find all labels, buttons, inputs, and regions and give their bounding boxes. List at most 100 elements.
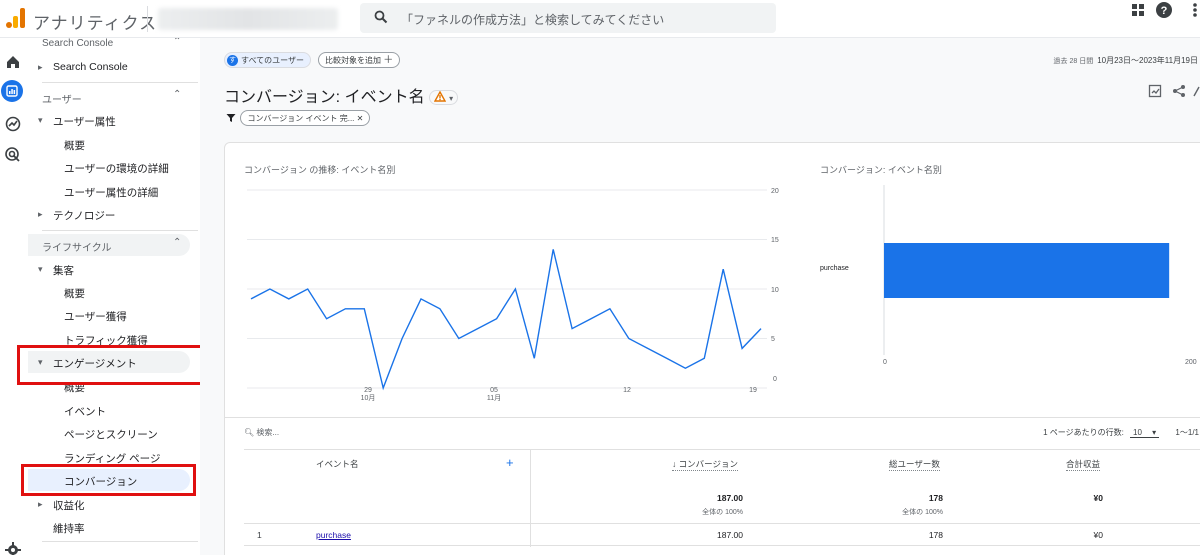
- advertising-icon[interactable]: [4, 146, 22, 164]
- col-header-total-users[interactable]: 総ユーザー数: [889, 458, 940, 471]
- pagination-controls: 1 ページあたりの行数: 10 ▾ 1～1/1: [1043, 427, 1199, 438]
- sidebar-item-acquisition[interactable]: 集客: [53, 263, 74, 278]
- date-range-prefix: 過去 28 日間: [1053, 58, 1094, 65]
- divider: [42, 541, 198, 542]
- chevron-down-icon: ▾: [449, 94, 454, 104]
- col-header-revenue[interactable]: 合計収益: [1066, 458, 1101, 471]
- analytics-logo[interactable]: [4, 8, 26, 28]
- date-range-selector[interactable]: 過去 28 日間 10月23日～2023年11月19日: [1054, 55, 1198, 66]
- sidebar-item-ua-env[interactable]: ユーザーの環境の詳細: [64, 161, 169, 176]
- caret-down-icon: ▾: [38, 115, 43, 125]
- sidebar-item-search-console[interactable]: Search Console: [53, 61, 128, 73]
- add-comparison-chip[interactable]: 比較対象を追加 ＋: [318, 52, 401, 68]
- home-icon[interactable]: [4, 53, 22, 71]
- divider: [42, 230, 198, 231]
- total-users-share: 全体の 100%: [902, 509, 943, 516]
- row-index: 1: [257, 530, 262, 540]
- col-header-event[interactable]: イベント名: [316, 458, 359, 470]
- sidebar-item-pages[interactable]: ページとスクリーン: [64, 427, 158, 442]
- row-conversions: 187.00: [717, 530, 743, 540]
- total-users: 178: [928, 493, 943, 503]
- account-selector[interactable]: [158, 8, 338, 30]
- sidebar-item-events[interactable]: イベント: [64, 404, 106, 419]
- share-icon[interactable]: [1172, 84, 1186, 98]
- row-event-link[interactable]: purchase: [316, 530, 351, 540]
- nav-section-user[interactable]: ユーザー: [42, 91, 82, 106]
- divider: [244, 449, 1200, 450]
- divider: [244, 545, 1200, 546]
- insights-icon[interactable]: [1193, 84, 1200, 98]
- add-dimension-plus-icon[interactable]: +: [506, 455, 514, 470]
- search-icon: [374, 10, 388, 24]
- caret-down-icon: ▾: [38, 264, 43, 274]
- filter-chip-label: コンバージョン イベント 完...: [247, 113, 355, 123]
- x-tick: 29 10月: [353, 387, 383, 403]
- date-range-value: 10月23日～2023年11月19日: [1097, 56, 1198, 65]
- sidebar-item-monetization[interactable]: 収益化: [53, 498, 85, 513]
- series-line-purchase: [250, 249, 762, 391]
- highlight-box-engagement: [17, 345, 215, 385]
- bar-purchase[interactable]: [884, 243, 1170, 298]
- rows-per-page-value: 10: [1133, 428, 1142, 437]
- caret-right-icon: ▸: [38, 62, 43, 72]
- table-search-placeholder: 検索...: [256, 428, 280, 437]
- filter-chip[interactable]: コンバージョン イベント 完... ✕: [240, 109, 371, 126]
- page-title-text: コンバージョン: イベント名: [224, 89, 425, 106]
- total-conversions: 187.00: [717, 493, 743, 503]
- add-comparison-label: 比較対象を追加: [325, 56, 381, 65]
- total-conversions-share: 全体の 100%: [702, 509, 743, 516]
- explore-icon[interactable]: [4, 115, 22, 133]
- all-users-chip[interactable]: すすべてのユーザー: [224, 52, 311, 68]
- nav-section-search-console[interactable]: Search Console: [42, 38, 113, 49]
- nav-section-lifecycle[interactable]: ライフサイクル: [42, 239, 112, 254]
- y-tick: 15: [771, 237, 779, 244]
- sidebar-item-user-acq[interactable]: ユーザー獲得: [64, 309, 127, 324]
- apps-grid-icon[interactable]: [1128, 0, 1148, 20]
- settings-gear-icon[interactable]: [4, 541, 22, 555]
- sidebar-item-technology[interactable]: テクノロジー: [53, 208, 115, 223]
- table-search-input[interactable]: 🔍︎ 検索...: [244, 427, 279, 438]
- top-bar: アナリティクス 「ファネルの作成方法」と検索してみてください ?: [0, 0, 1200, 38]
- x-tick: 200: [1185, 359, 1197, 366]
- col-header-conversions[interactable]: ↓ コンバージョン: [672, 458, 738, 471]
- search-input[interactable]: 「ファネルの作成方法」と検索してみてください: [360, 3, 776, 33]
- divider: [530, 449, 531, 547]
- warning-icon: [433, 90, 447, 102]
- sidebar-item-retention[interactable]: 維持率: [53, 521, 85, 536]
- x-tick-sublabel: 10月: [360, 395, 376, 402]
- sidebar-item-ua-overview[interactable]: 概要: [64, 138, 85, 153]
- x-tick: 12: [612, 387, 642, 395]
- filter-row: コンバージョン イベント 完... ✕: [226, 109, 371, 127]
- chevron-up-icon[interactable]: ⌃: [173, 89, 181, 100]
- bar-category-label: purchase: [820, 265, 849, 272]
- close-icon[interactable]: ✕: [357, 114, 364, 123]
- customize-report-icon[interactable]: [1148, 84, 1162, 98]
- y-tick: 20: [771, 188, 779, 195]
- search-icon: 🔍︎: [244, 428, 255, 437]
- x-tick-label: 19: [749, 387, 757, 394]
- divider: [42, 82, 198, 83]
- all-users-label: すべてのユーザー: [241, 56, 304, 65]
- more-vert-icon[interactable]: [1190, 0, 1200, 20]
- y-tick: 10: [771, 287, 779, 294]
- sidebar-item-ua-attr[interactable]: ユーザー属性の詳細: [64, 185, 158, 200]
- dropdown-icon: ▾: [1152, 428, 1157, 437]
- reports-icon[interactable]: [1, 80, 23, 102]
- rows-per-page-label: 1 ページあたりの行数:: [1043, 428, 1124, 437]
- title-badge[interactable]: ▾: [429, 90, 459, 106]
- line-chart: [247, 189, 767, 391]
- app-title: アナリティクス: [33, 14, 158, 33]
- chevron-up-icon[interactable]: ⌃: [173, 38, 181, 47]
- highlight-box-conversions: [21, 464, 196, 496]
- sidebar-item-user-attributes[interactable]: ユーザー属性: [53, 114, 116, 129]
- divider: [225, 417, 1200, 418]
- rows-per-page-select[interactable]: 10 ▾: [1130, 428, 1160, 438]
- sidebar-item-acq-overview[interactable]: 概要: [64, 286, 85, 301]
- main-content: すすべてのユーザー 比較対象を追加 ＋ 過去 28 日間 10月23日～2023年…: [200, 38, 1200, 555]
- chevron-up-icon[interactable]: ⌃: [173, 237, 181, 248]
- filter-icon: [226, 113, 236, 122]
- page-title: コンバージョン: イベント名 ▾: [224, 83, 459, 107]
- help-icon[interactable]: ?: [1154, 0, 1174, 20]
- line-chart-title: コンバージョン の推移: イベント名別: [244, 165, 396, 175]
- bar-chart-title: コンバージョン: イベント名別: [820, 165, 942, 175]
